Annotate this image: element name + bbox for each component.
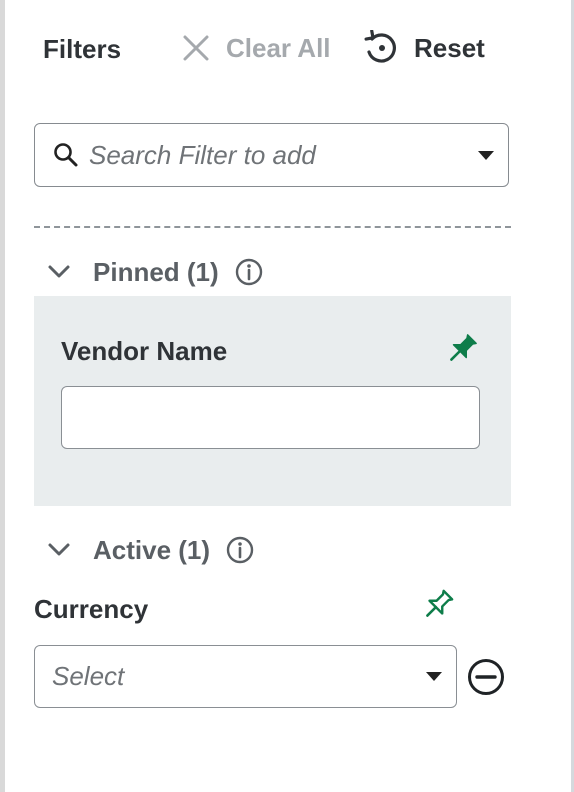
section-label-active: Active (1) xyxy=(93,534,211,565)
search-placeholder: Search Filter to add xyxy=(89,139,316,170)
filters-header: Filters Clear All Reset xyxy=(0,26,560,70)
info-icon[interactable] xyxy=(226,536,254,564)
section-toggle-pinned[interactable]: Pinned (1) xyxy=(47,255,263,289)
search-icon xyxy=(54,143,78,167)
page-title: Filters xyxy=(43,34,122,64)
panel-left-border xyxy=(0,0,5,792)
chevron-down-icon[interactable] xyxy=(478,150,494,160)
currency-label: Currency xyxy=(34,594,149,624)
section-toggle-active[interactable]: Active (1) xyxy=(47,533,254,567)
clear-all-label: Clear All xyxy=(226,32,331,63)
pinned-filter-card: Vendor Name xyxy=(34,296,511,506)
currency-select[interactable]: Select xyxy=(34,645,457,708)
close-icon xyxy=(183,35,209,61)
reset-label: Reset xyxy=(414,32,485,63)
search-filter-input[interactable]: Search Filter to add xyxy=(34,123,509,187)
vendor-name-label: Vendor Name xyxy=(61,336,228,366)
reset-button[interactable]: Reset xyxy=(362,30,485,66)
currency-select-value: Select xyxy=(52,661,125,691)
info-icon[interactable] xyxy=(235,258,263,286)
minus-circle-icon[interactable] xyxy=(467,658,505,696)
divider xyxy=(34,226,511,228)
reset-icon xyxy=(364,30,396,63)
chevron-down-icon xyxy=(48,265,70,278)
clear-all-button[interactable]: Clear All xyxy=(182,30,331,66)
pin-outline-icon[interactable] xyxy=(420,587,456,623)
chevron-down-icon xyxy=(48,543,70,556)
vendor-name-field[interactable] xyxy=(61,386,480,449)
section-label-pinned: Pinned (1) xyxy=(93,256,219,287)
chevron-down-icon xyxy=(426,672,442,681)
pin-filled-icon[interactable] xyxy=(444,331,480,367)
